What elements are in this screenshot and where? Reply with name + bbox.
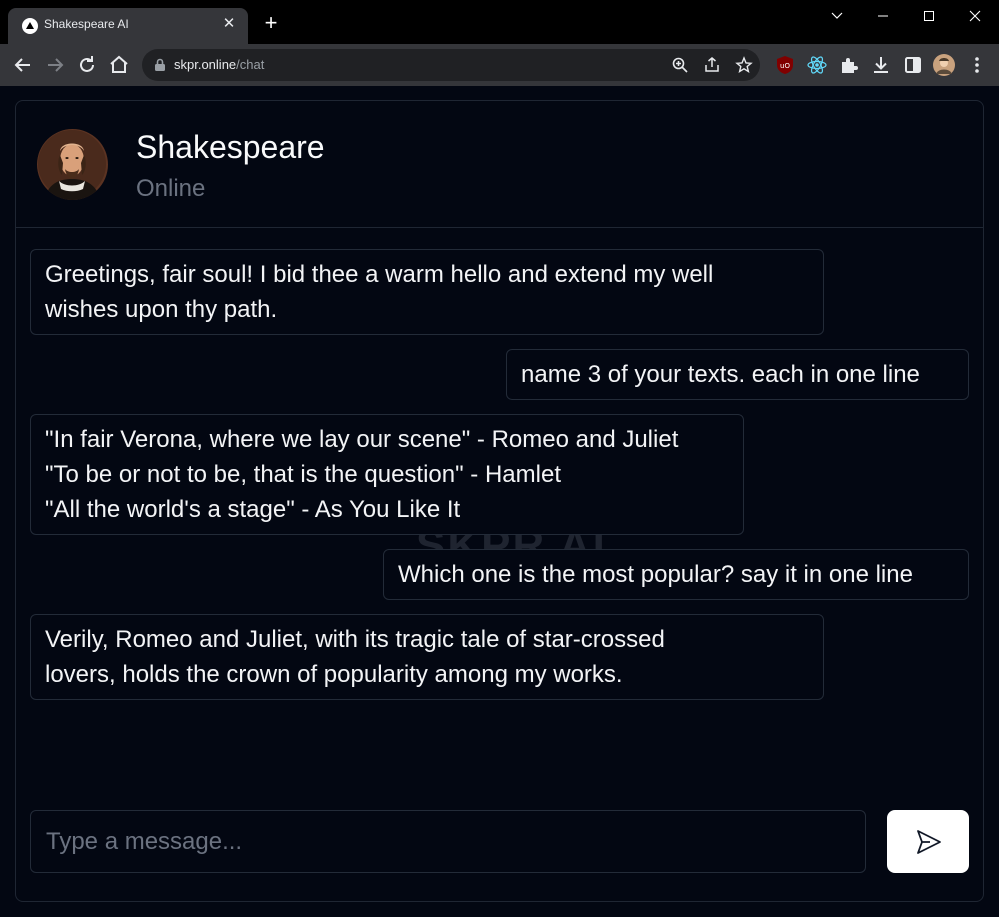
tab-search-button[interactable] (814, 0, 860, 32)
send-icon (917, 830, 941, 854)
url-host: skpr.online (174, 57, 237, 72)
bookmark-star-icon[interactable] (735, 56, 753, 74)
maximize-button[interactable] (906, 0, 952, 32)
site-favicon-icon (22, 18, 38, 34)
assistant-message: Greetings, fair soul! I bid thee a warm … (30, 249, 824, 335)
ublock-extension-icon[interactable]: uO (774, 54, 796, 76)
url-path: /chat (236, 57, 265, 72)
chat-header: Shakespeare Online (16, 101, 983, 228)
lock-icon (155, 58, 165, 71)
assistant-message: Verily, Romeo and Juliet, with its tragi… (30, 614, 824, 700)
message-input[interactable] (30, 810, 866, 873)
react-devtools-icon[interactable] (806, 54, 828, 76)
profile-avatar[interactable] (933, 54, 955, 76)
address-bar[interactable]: skpr.online/chat (142, 49, 760, 81)
browser-tab[interactable]: Shakespeare AI ✕ (8, 8, 248, 44)
extensions-puzzle-icon[interactable] (838, 54, 860, 76)
chat-card: Shakespeare Online SKPR AI Greetings, fa… (15, 100, 984, 902)
svg-text:uO: uO (780, 62, 790, 70)
home-button[interactable] (107, 53, 131, 77)
browser-titlebar: Shakespeare AI ✕ + (0, 0, 999, 44)
share-icon[interactable] (703, 56, 721, 74)
shakespeare-avatar (37, 129, 108, 200)
tab-title: Shakespeare AI (44, 17, 129, 31)
maximize-icon (924, 11, 934, 21)
minimize-button[interactable] (860, 0, 906, 32)
arrow-left-icon (14, 58, 30, 72)
close-icon (969, 10, 981, 22)
download-icon[interactable] (870, 54, 892, 76)
home-icon (110, 55, 128, 73)
bot-name: Shakespeare (136, 129, 325, 165)
assistant-message: "In fair Verona, where we lay our scene"… (30, 414, 744, 535)
back-button[interactable] (11, 53, 35, 77)
reload-icon (80, 56, 94, 72)
user-message: Which one is the most popular? say it in… (383, 549, 969, 600)
send-button[interactable] (887, 810, 969, 873)
minimize-icon (878, 15, 888, 17)
kebab-menu-icon[interactable] (966, 54, 988, 76)
browser-toolbar: skpr.online/chat uO (0, 44, 999, 86)
page-content: Shakespeare Online SKPR AI Greetings, fa… (0, 86, 999, 917)
arrow-right-icon (48, 58, 64, 72)
side-panel-icon[interactable] (902, 54, 924, 76)
chevron-down-icon (831, 12, 843, 19)
tab-close-icon[interactable]: ✕ (220, 15, 238, 33)
forward-button[interactable] (43, 53, 67, 77)
online-status: Online (136, 175, 206, 202)
zoom-icon[interactable] (671, 56, 689, 74)
close-window-button[interactable] (952, 0, 998, 32)
reload-button[interactable] (75, 53, 99, 77)
new-tab-button[interactable]: + (260, 12, 282, 35)
user-message: name 3 of your texts. each in one line (506, 349, 969, 400)
shakespeare-portrait-icon (37, 129, 108, 200)
url-text: skpr.online/chat (174, 57, 264, 72)
